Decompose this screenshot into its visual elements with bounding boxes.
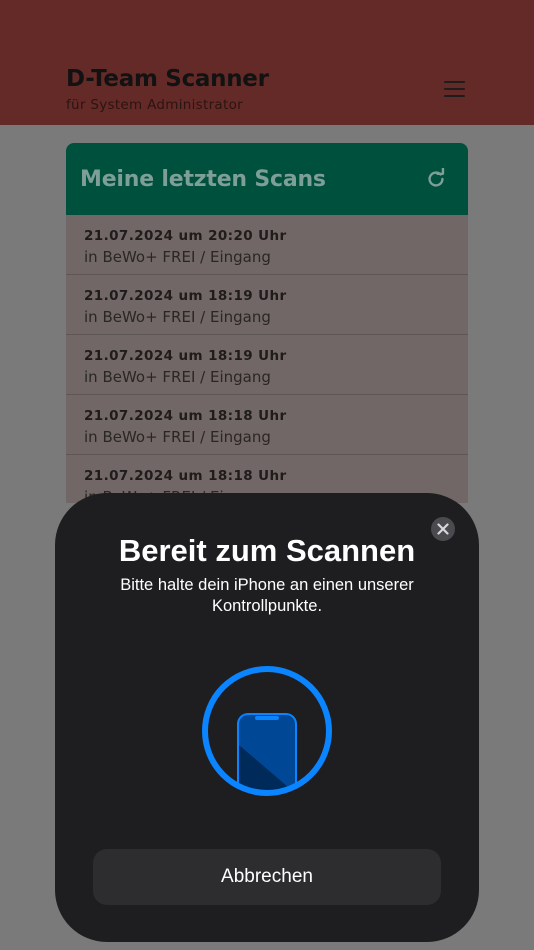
app-header: D-Team Scanner für System Administrator: [0, 0, 534, 125]
refresh-icon[interactable]: [425, 168, 447, 190]
scan-date: 21.07.2024 um 18:18 Uhr: [84, 468, 287, 484]
scan-location: in BeWo+ FREI / Eingang: [84, 368, 271, 386]
sheet-title: Bereit zum Scannen: [118, 533, 416, 568]
scan-list-item[interactable]: 21.07.2024 um 20:20 Uhr in BeWo+ FREI / …: [66, 215, 468, 275]
scan-list-item[interactable]: 21.07.2024 um 18:19 Uhr in BeWo+ FREI / …: [66, 335, 468, 395]
scan-date: 21.07.2024 um 18:19 Uhr: [84, 288, 287, 304]
hamburger-menu-icon[interactable]: [444, 81, 466, 98]
scan-location: in BeWo+ FREI / Eingang: [84, 428, 271, 446]
card-header: Meine letzten Scans: [66, 143, 468, 215]
scan-list-item[interactable]: 21.07.2024 um 18:18 Uhr in BeWo+ FREI / …: [66, 395, 468, 455]
card-title: Meine letzten Scans: [80, 167, 326, 192]
scan-date: 21.07.2024 um 18:18 Uhr: [84, 408, 287, 424]
scan-list: 21.07.2024 um 20:20 Uhr in BeWo+ FREI / …: [66, 215, 468, 503]
scan-location: in BeWo+ FREI / Eingang: [84, 248, 271, 266]
app-title: D-Team Scanner: [66, 66, 269, 92]
iphone-nfc-icon: [202, 666, 332, 796]
app-subtitle: für System Administrator: [66, 97, 244, 113]
cancel-button[interactable]: Abbrechen: [93, 849, 441, 905]
cancel-button-label: Abbrechen: [221, 866, 313, 887]
nfc-scan-sheet: Bereit zum Scannen Bitte halte dein iPho…: [55, 493, 479, 942]
scan-date: 21.07.2024 um 18:19 Uhr: [84, 348, 287, 364]
recent-scans-card: Meine letzten Scans 21.07.2024 um 20:20 …: [66, 143, 468, 503]
sheet-message: Bitte halte dein iPhone an einen unserer…: [120, 576, 414, 615]
scan-date: 21.07.2024 um 20:20 Uhr: [84, 228, 287, 244]
scan-location: in BeWo+ FREI / Eingang: [84, 308, 271, 326]
scan-list-item[interactable]: 21.07.2024 um 18:19 Uhr in BeWo+ FREI / …: [66, 275, 468, 335]
